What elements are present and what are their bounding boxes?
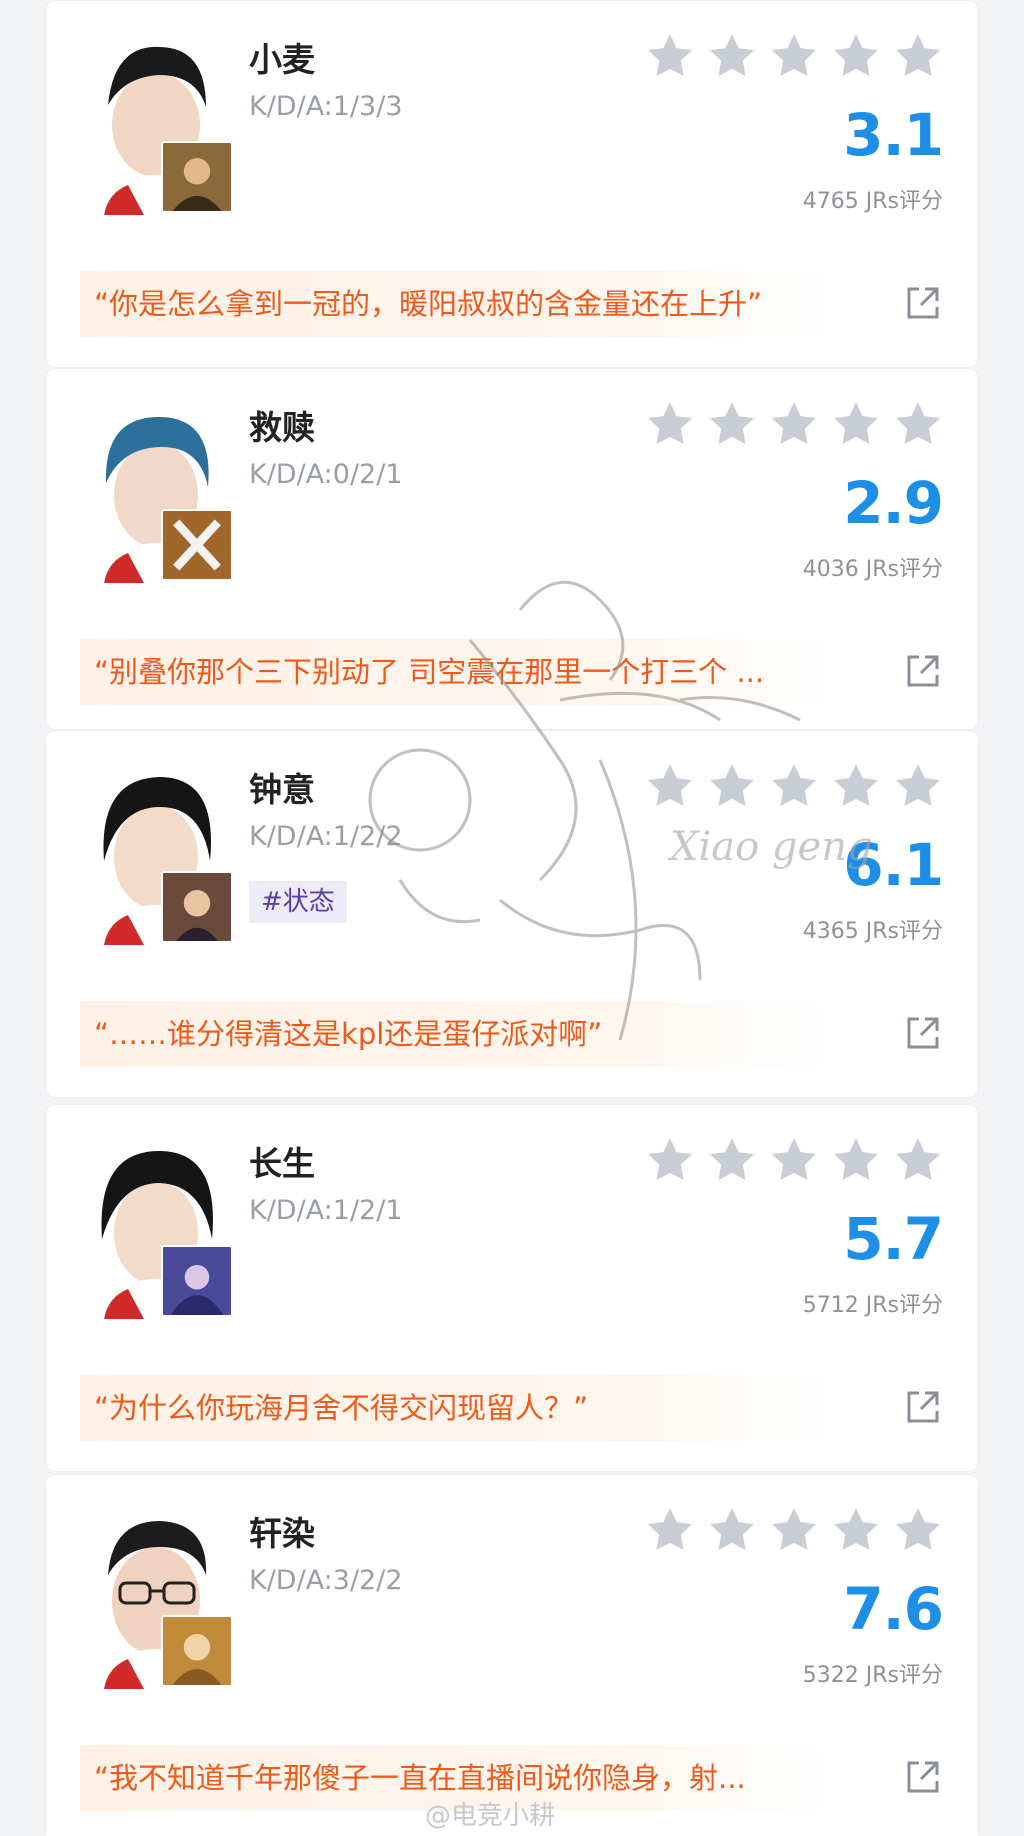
player-score: 6.1 xyxy=(843,831,944,899)
player-kda: K/D/A:1/2/1 xyxy=(249,1195,403,1226)
star-icon[interactable] xyxy=(707,399,757,449)
star-icon[interactable] xyxy=(707,1505,757,1555)
star-icon[interactable] xyxy=(645,1135,695,1185)
star-icon[interactable] xyxy=(831,1135,881,1185)
player-card[interactable]: 钟意 K/D/A:1/2/2 #状态 6.1 4365 JRs评分 “……谁分得… xyxy=(45,730,979,1098)
player-score: 5.7 xyxy=(843,1205,944,1273)
rating-count: 4765 JRs评分 xyxy=(802,189,943,214)
hot-comment[interactable]: “你是怎么拿到一冠的，暖阳叔叔的含金量还在上升” xyxy=(80,271,828,337)
share-icon[interactable] xyxy=(903,1757,943,1797)
share-icon[interactable] xyxy=(903,651,943,691)
hot-comment[interactable]: “为什么你玩海月舍不得交闪现留人？” xyxy=(80,1375,828,1441)
hero-icon xyxy=(161,1245,233,1317)
player-name: 救赎 xyxy=(249,408,315,447)
hot-comment[interactable]: “……谁分得清这是kpl还是蛋仔派对啊” xyxy=(80,1001,828,1067)
player-score: 3.1 xyxy=(843,101,944,169)
player-kda: K/D/A:1/2/2 xyxy=(249,821,403,852)
star-icon[interactable] xyxy=(831,31,881,81)
hot-comment[interactable]: “别叠你那个三下别动了 司空震在那里一个打三个 ... xyxy=(80,639,828,705)
star-icon[interactable] xyxy=(707,1135,757,1185)
player-score: 2.9 xyxy=(843,469,944,537)
star-icon[interactable] xyxy=(645,1505,695,1555)
player-kda: K/D/A:1/3/3 xyxy=(249,91,403,122)
star-icon[interactable] xyxy=(893,31,943,81)
star-icon[interactable] xyxy=(769,761,819,811)
share-icon[interactable] xyxy=(903,283,943,323)
star-icon[interactable] xyxy=(831,761,881,811)
star-icon[interactable] xyxy=(769,31,819,81)
weibo-watermark: @电竞小耕 xyxy=(425,1801,556,1831)
player-card[interactable]: 轩染 K/D/A:3/2/2 7.6 5322 JRs评分 “我不知道千年那傻子… xyxy=(45,1474,979,1836)
rating-count: 5712 JRs评分 xyxy=(802,1293,943,1318)
hero-icon xyxy=(161,871,233,943)
player-card[interactable]: 长生 K/D/A:1/2/1 5.7 5712 JRs评分 “为什么你玩海月舍不… xyxy=(45,1104,979,1472)
star-icon[interactable] xyxy=(769,1135,819,1185)
player-kda: K/D/A:0/2/1 xyxy=(249,459,403,490)
star-icon[interactable] xyxy=(707,761,757,811)
star-rating[interactable] xyxy=(645,31,943,81)
rating-count: 4365 JRs评分 xyxy=(802,919,943,944)
player-card[interactable]: 救赎 K/D/A:0/2/1 2.9 4036 JRs评分 “别叠你那个三下别动… xyxy=(45,368,979,730)
player-score: 7.6 xyxy=(843,1575,944,1643)
star-icon[interactable] xyxy=(831,1505,881,1555)
star-icon[interactable] xyxy=(893,1135,943,1185)
star-rating[interactable] xyxy=(645,399,943,449)
star-icon[interactable] xyxy=(645,399,695,449)
star-icon[interactable] xyxy=(769,399,819,449)
player-name: 小麦 xyxy=(249,40,315,79)
star-rating[interactable] xyxy=(645,1135,943,1185)
star-icon[interactable] xyxy=(831,399,881,449)
star-icon[interactable] xyxy=(707,31,757,81)
star-icon[interactable] xyxy=(645,761,695,811)
star-icon[interactable] xyxy=(893,399,943,449)
player-name: 长生 xyxy=(249,1144,315,1183)
player-card[interactable]: 小麦 K/D/A:1/3/3 3.1 4765 JRs评分 “你是怎么拿到一冠的… xyxy=(45,0,979,368)
star-rating[interactable] xyxy=(645,761,943,811)
share-icon[interactable] xyxy=(903,1387,943,1427)
rating-count: 4036 JRs评分 xyxy=(802,557,943,582)
hero-icon xyxy=(161,141,233,213)
player-name: 轩染 xyxy=(249,1514,315,1553)
rating-count: 5322 JRs评分 xyxy=(802,1663,943,1688)
star-icon[interactable] xyxy=(769,1505,819,1555)
player-kda: K/D/A:3/2/2 xyxy=(249,1565,403,1596)
hero-icon xyxy=(161,509,233,581)
star-icon[interactable] xyxy=(645,31,695,81)
star-icon[interactable] xyxy=(893,761,943,811)
share-icon[interactable] xyxy=(903,1013,943,1053)
status-tag[interactable]: #状态 xyxy=(249,881,347,923)
player-name: 钟意 xyxy=(249,770,315,809)
hero-icon xyxy=(161,1615,233,1687)
star-icon[interactable] xyxy=(893,1505,943,1555)
star-rating[interactable] xyxy=(645,1505,943,1555)
